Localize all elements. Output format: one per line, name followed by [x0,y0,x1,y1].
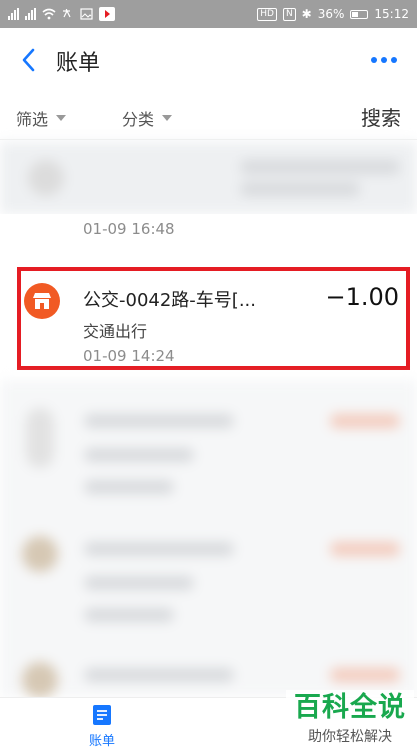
signal-icon [8,8,19,20]
category-dropdown[interactable]: 分类 [122,106,173,130]
transaction-title[interactable]: 公交-0042路-车号[... [83,286,256,312]
status-time: 15:12 [374,7,409,21]
category-label: 分类 [122,110,155,129]
filter-dropdown[interactable]: 筛选 [16,106,67,130]
app-notification-icon [99,7,115,21]
transaction-amount: −1.00 [325,283,399,311]
bluetooth-icon: ✱ [301,7,312,21]
watermark-title: 百科全说 [294,692,406,723]
status-bar: HD N ✱ 36% 15:12 [0,0,417,28]
list-item-tail [0,214,417,254]
document-icon [93,705,111,725]
more-dots-icon[interactable] [371,52,401,68]
filter-label: 筛选 [16,110,49,129]
transaction-category: 交通出行 [83,322,148,341]
caret-down-icon [162,115,173,121]
search-button[interactable]: 搜索 [361,102,401,131]
watermark-subtitle: 助你轻松解决 [308,729,392,745]
status-left [8,7,115,21]
wifi-icon [42,8,56,20]
battery-percent: 36% [317,7,345,21]
gallery-icon [80,8,93,20]
transaction-time: 01-09 16:48 [83,220,175,238]
caret-down-icon [56,115,67,121]
shop-icon [24,283,60,319]
blurred-list-item [0,142,417,214]
status-right: HD N ✱ 36% 15:12 [257,7,409,21]
page-title: 账单 [56,51,101,76]
watermark: 百科全说 助你轻松解决 [286,690,414,752]
transaction-time: 01-09 14:24 [83,347,175,365]
translate-icon [63,9,71,18]
nav-label-bill: 账单 [88,734,115,749]
battery-icon [350,9,369,19]
nfc-icon: N [282,7,296,21]
hd-badge: HD [257,7,277,21]
nav-item-bill[interactable]: 账单 [72,704,132,749]
blurred-list [0,380,417,698]
signal-icon [25,8,36,20]
filter-bar: 筛选 分类 搜索 [0,92,417,140]
back-chevron-icon[interactable] [18,46,40,74]
app-header: 账单 [0,28,417,92]
